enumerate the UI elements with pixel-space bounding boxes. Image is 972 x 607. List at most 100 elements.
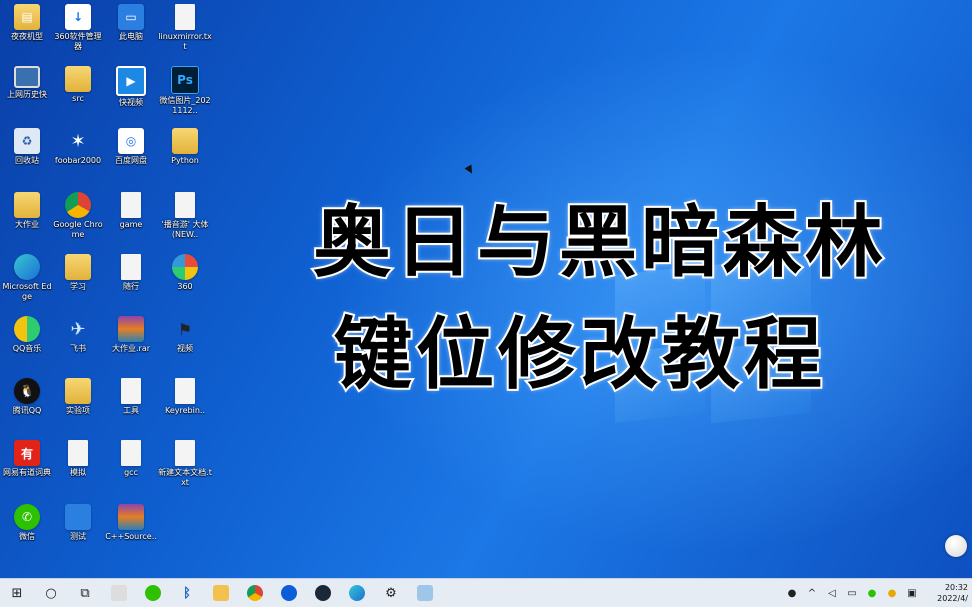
system-tray: ● ^ ◁ ▭ ● ● ▣ 20:32 2022/4/ xyxy=(782,579,972,607)
file-icon xyxy=(175,192,195,218)
folder-icon xyxy=(65,66,91,92)
taskbar-app[interactable]: ᛒ xyxy=(170,579,204,607)
desktop-icon[interactable]: Ps 微信图片_2021112.. xyxy=(158,66,212,116)
clock-date: 2022/4/ xyxy=(937,594,968,603)
display-icon[interactable]: ▣ xyxy=(905,586,919,600)
flag-icon: ⚑ xyxy=(177,319,193,339)
qq-icon: 🐧 xyxy=(14,378,40,404)
file-icon xyxy=(175,440,195,466)
desktop-icon[interactable]: QQ音乐 xyxy=(0,316,54,354)
desktop-icon[interactable]: C++Source.. xyxy=(104,504,158,542)
archive-icon: ▤ xyxy=(14,4,40,30)
desktop-icon[interactable]: 新建文本文档.txt xyxy=(158,440,212,488)
winrar-icon xyxy=(118,316,144,342)
app-icon xyxy=(65,504,91,530)
desktop-icon[interactable]: 随行 xyxy=(104,254,158,292)
headline-title: 奥日与黑暗森林 xyxy=(311,196,887,290)
app-icon xyxy=(281,585,297,601)
chevron-up-icon[interactable]: ^ xyxy=(805,586,819,600)
edge-icon xyxy=(349,585,365,601)
desktop-icon[interactable]: ✈ 飞书 xyxy=(51,316,105,354)
desktop-icon[interactable]: 学习 xyxy=(51,254,105,292)
desktop-icon[interactable]: 实验项 xyxy=(51,378,105,416)
edge-icon xyxy=(14,254,40,280)
desktop-icon[interactable]: 🐧 腾讯QQ xyxy=(0,378,54,416)
desktop-icon[interactable]: ▤ 夜夜机型 xyxy=(0,4,54,42)
desktop-icon[interactable]: 大作业 xyxy=(0,192,54,230)
start-icon: ⊞ xyxy=(11,585,23,601)
desktop-icon[interactable]: 工具 xyxy=(104,378,158,416)
desktop-icon[interactable]: ✶ foobar2000 xyxy=(51,128,105,166)
computer-icon: ▭ xyxy=(118,4,144,30)
desktop-icon[interactable]: 上网历史快 xyxy=(0,66,54,100)
taskbar-app[interactable] xyxy=(238,579,272,607)
monitor-icon xyxy=(14,66,40,88)
360-icon xyxy=(172,254,198,280)
task-view-button[interactable]: ⧉ xyxy=(68,579,102,607)
search-icon: ○ xyxy=(45,585,57,601)
clock-time: 20:32 xyxy=(944,583,968,592)
desktop-icon[interactable]: Google Chrome xyxy=(51,192,105,240)
volume-icon[interactable]: ◁ xyxy=(825,586,839,600)
desktop-icon[interactable]: ▶ 快视频 xyxy=(104,66,158,108)
clock[interactable]: 20:32 2022/4/ xyxy=(922,582,972,604)
folder-icon xyxy=(14,192,40,218)
file-icon xyxy=(121,254,141,280)
desktop-icon[interactable]: 360 xyxy=(158,254,212,292)
app-icon: ◎ xyxy=(118,128,144,154)
bird-icon: ✈ xyxy=(70,318,86,340)
file-icon xyxy=(68,440,88,466)
steam-icon xyxy=(315,585,331,601)
folder-icon xyxy=(65,254,91,280)
photoshop-icon: Ps xyxy=(171,66,199,94)
start-button[interactable]: ⊞ xyxy=(0,579,34,607)
folder-icon xyxy=(65,378,91,404)
taskbar-app[interactable] xyxy=(408,579,442,607)
bluetooth-icon: ᛒ xyxy=(183,585,191,601)
desktop-icon[interactable]: 有网易有道词典 xyxy=(0,440,54,478)
taskbar-app[interactable] xyxy=(306,579,340,607)
desktop-icon[interactable]: '播音游' 大体(NEW.. xyxy=(158,192,212,240)
taskbar-app[interactable] xyxy=(204,579,238,607)
desktop-icon[interactable]: Keyrebin.. xyxy=(158,378,212,416)
taskbar-app[interactable] xyxy=(272,579,306,607)
file-icon xyxy=(121,378,141,404)
chrome-icon xyxy=(247,585,263,601)
taskbar-app[interactable] xyxy=(102,579,136,607)
tray-app-icon[interactable]: ● xyxy=(865,586,879,600)
chrome-icon xyxy=(65,192,91,218)
desktop-icon[interactable]: ▭ 此电脑 xyxy=(104,4,158,42)
desktop-icon[interactable]: 模拟 xyxy=(51,440,105,478)
taskbar-app[interactable]: ⚙ xyxy=(374,579,408,607)
settings-icon: ⚙ xyxy=(385,585,397,601)
task-view-icon: ⧉ xyxy=(80,585,90,601)
desktop-icon[interactable]: 大作业.rar xyxy=(104,316,158,354)
desktop-icon[interactable]: ↓ 360软件管理器 xyxy=(51,4,105,52)
desktop-icon[interactable]: ◎ 百度网盘 xyxy=(104,128,158,166)
file-icon xyxy=(121,192,141,218)
taskbar-app[interactable] xyxy=(136,579,170,607)
folder-icon xyxy=(172,128,198,154)
desktop-icon[interactable]: linuxmirror.txt xyxy=(158,4,212,52)
tray-app-icon[interactable]: ● xyxy=(785,586,799,600)
youdao-icon: 有 xyxy=(14,440,40,466)
desktop-icon[interactable]: ♻ 回收站 xyxy=(0,128,54,166)
search-button[interactable]: ○ xyxy=(34,579,68,607)
file-icon xyxy=(121,440,141,466)
file-icon xyxy=(175,378,195,404)
app-icon: ↓ xyxy=(65,4,91,30)
desktop-icon[interactable]: Python xyxy=(158,128,212,166)
desktop-icon[interactable]: game xyxy=(104,192,158,230)
desktop-icon[interactable]: src xyxy=(51,66,105,104)
floating-assistant-ball[interactable] xyxy=(945,535,967,557)
wechat-icon xyxy=(145,585,161,601)
tray-app-icon[interactable]: ● xyxy=(885,586,899,600)
network-icon[interactable]: ▭ xyxy=(845,586,859,600)
taskbar-app[interactable] xyxy=(340,579,374,607)
desktop-icon[interactable]: ⚑ 视频 xyxy=(158,316,212,354)
desktop-icon[interactable]: Microsoft Edge xyxy=(0,254,54,302)
foobar-icon: ✶ xyxy=(70,130,86,152)
desktop-icon[interactable]: 测试 xyxy=(51,504,105,542)
desktop-icon[interactable]: gcc xyxy=(104,440,158,478)
desktop-icon[interactable]: ✆ 微信 xyxy=(0,504,54,542)
